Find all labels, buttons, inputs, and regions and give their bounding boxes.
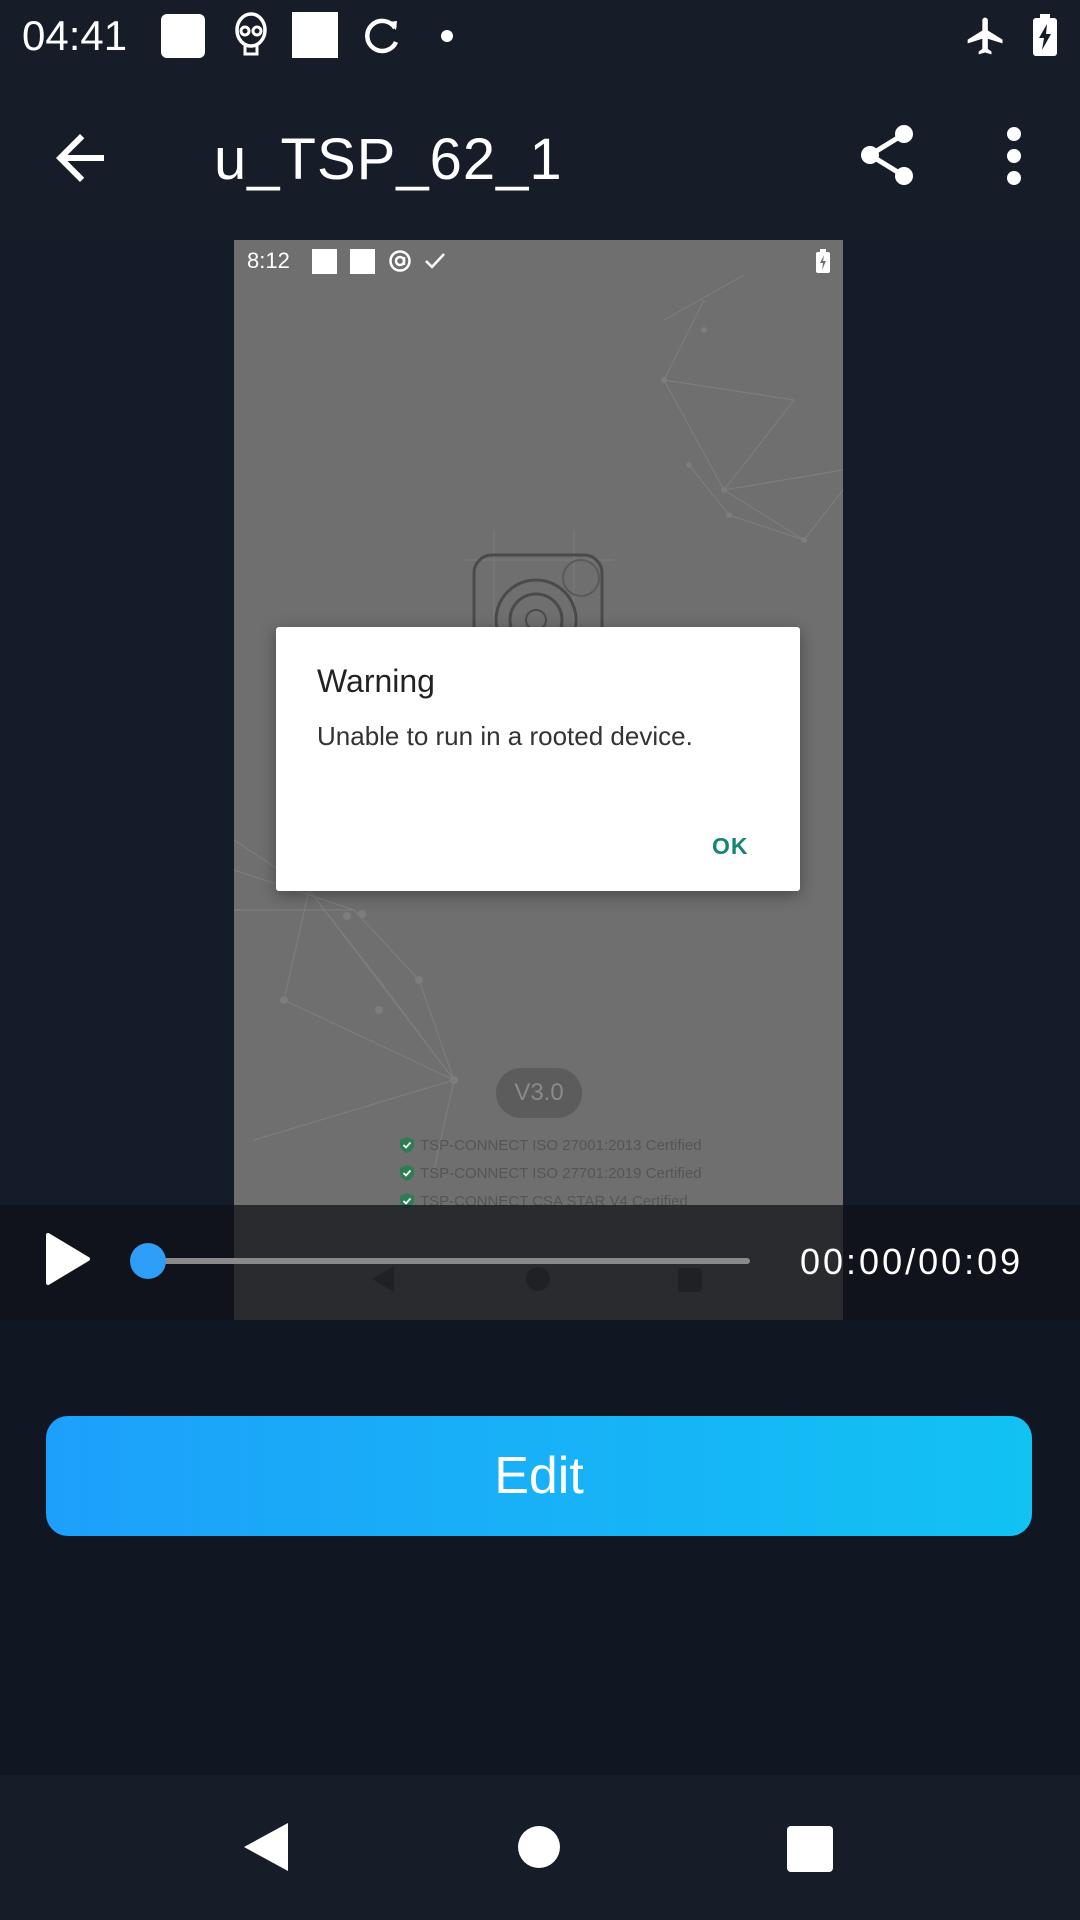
alien-icon bbox=[235, 12, 267, 56]
shield-check-icon bbox=[400, 1137, 414, 1153]
battery-charging-icon bbox=[1033, 14, 1057, 56]
shield-check-icon bbox=[400, 1165, 414, 1181]
version-badge: V3.0 bbox=[496, 1068, 582, 1118]
dialog-message: Unable to run in a rooted device. bbox=[317, 721, 693, 751]
nav-back-icon[interactable] bbox=[242, 1821, 290, 1873]
airplane-mode-icon bbox=[967, 17, 1003, 55]
nav-home-icon[interactable] bbox=[518, 1826, 560, 1868]
status-time: 04:41 bbox=[22, 12, 128, 59]
navigation-bar bbox=[0, 1775, 1080, 1920]
seek-bar[interactable] bbox=[148, 1258, 750, 1264]
battery-charging-icon bbox=[816, 249, 830, 273]
arrow-back-icon[interactable] bbox=[44, 122, 116, 194]
certification-item: TSP-CONNECT ISO 27701:2019 Certified bbox=[400, 1165, 702, 1182]
edit-button[interactable]: Edit bbox=[46, 1416, 1032, 1536]
more-vert-icon[interactable] bbox=[996, 126, 1032, 186]
at-sign-icon bbox=[389, 250, 411, 272]
notification-square-icon bbox=[350, 249, 375, 274]
status-bar: 04:41 bbox=[0, 0, 1080, 74]
sync-icon bbox=[365, 18, 399, 54]
dialog-title: Warning bbox=[317, 663, 435, 699]
seek-bar-thumb[interactable] bbox=[130, 1243, 166, 1279]
page-title: u_TSP_62_1 bbox=[214, 127, 563, 192]
notification-square-icon bbox=[312, 249, 337, 274]
dot-icon bbox=[441, 30, 453, 42]
warning-dialog: Warning Unable to run in a rooted device… bbox=[276, 627, 800, 891]
app-bar: u_TSP_62_1 bbox=[0, 74, 1080, 240]
video-frame: 8:12 Warning Unable to run in a rooted d… bbox=[234, 240, 843, 1320]
playback-controls: 00:00/00:09 bbox=[0, 1205, 1080, 1320]
certification-label: TSP-CONNECT ISO 27701:2019 Certified bbox=[420, 1165, 702, 1182]
share-icon[interactable] bbox=[858, 124, 918, 186]
play-icon[interactable] bbox=[44, 1232, 92, 1286]
notification-square-icon bbox=[292, 12, 338, 58]
check-icon bbox=[425, 253, 445, 269]
recorded-status-bar: 8:12 bbox=[234, 240, 843, 282]
video-player[interactable]: 8:12 Warning Unable to run in a rooted d… bbox=[0, 240, 1080, 1320]
certification-item: TSP-CONNECT ISO 27001:2013 Certified bbox=[400, 1137, 702, 1154]
dialog-ok-button: OK bbox=[712, 833, 749, 859]
recorded-status-time: 8:12 bbox=[247, 248, 290, 273]
playback-time: 00:00/00:09 bbox=[800, 1241, 1024, 1282]
nav-recents-icon[interactable] bbox=[787, 1826, 833, 1872]
certification-label: TSP-CONNECT ISO 27001:2013 Certified bbox=[420, 1137, 702, 1154]
notification-square-icon bbox=[161, 14, 205, 58]
